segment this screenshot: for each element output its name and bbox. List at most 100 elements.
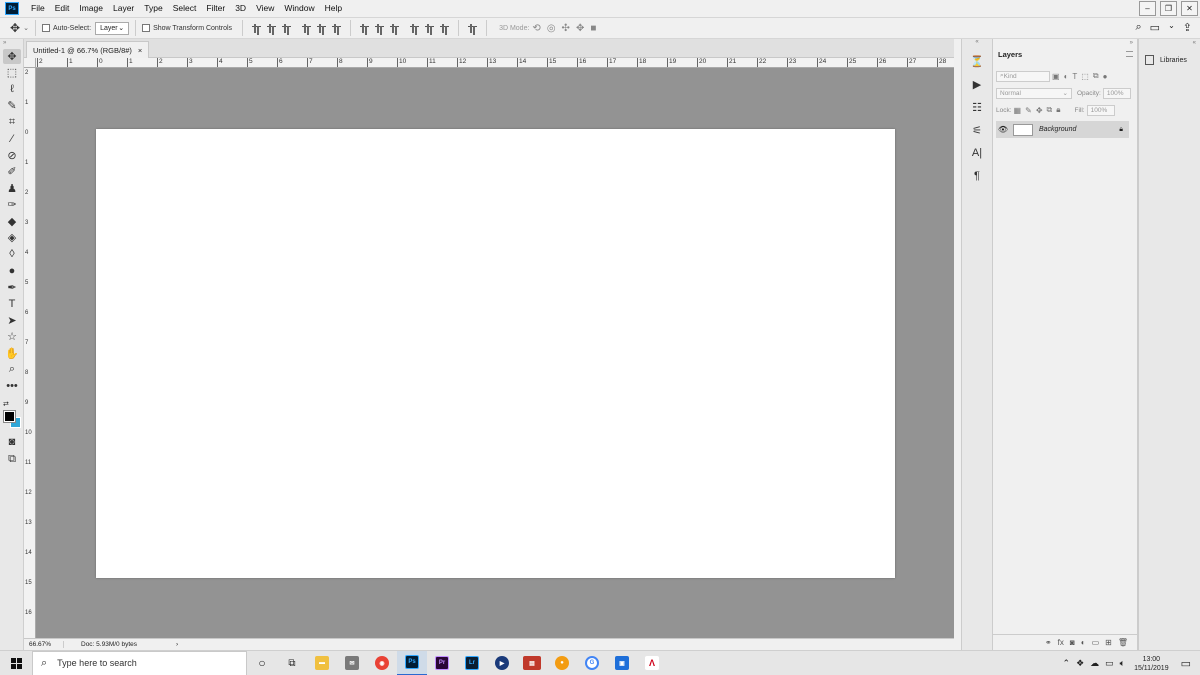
collapse-dock-icon[interactable]: « — [962, 39, 992, 47]
brush-settings-panel-icon[interactable]: ☷ — [967, 98, 987, 116]
distribute-right-edges-icon[interactable] — [440, 23, 450, 33]
lock-position-icon[interactable]: ✥ — [1036, 106, 1043, 115]
align-top-edges-icon[interactable] — [252, 23, 262, 33]
filter-shape-icon[interactable]: ⬚ — [1081, 72, 1089, 81]
zoom-tool-icon[interactable]: ⌕ — [3, 362, 21, 377]
restore-button[interactable]: ❐ — [1160, 1, 1177, 16]
libraries-button[interactable]: Libraries — [1145, 55, 1187, 65]
photoshop-taskbar-icon[interactable]: Ps — [397, 650, 427, 675]
share-icon[interactable]: ⇪ — [1183, 21, 1192, 34]
chrome-icon[interactable]: ◉ — [367, 651, 397, 675]
store-icon[interactable]: ▣ — [607, 651, 637, 675]
news-app-icon[interactable]: ▤ — [517, 651, 547, 675]
filter-smart-object-icon[interactable]: ⧉ — [1093, 71, 1099, 81]
healing-brush-tool-icon[interactable]: ⊘ — [3, 148, 21, 163]
blur-tool-icon[interactable]: ◊ — [3, 247, 21, 262]
align-horizontal-centers-icon[interactable] — [317, 23, 327, 33]
menu-window[interactable]: Window — [279, 0, 319, 17]
layer-name[interactable]: Background — [1039, 126, 1119, 133]
move-tool-icon[interactable]: ✥ — [10, 21, 20, 35]
auto-select-dropdown[interactable]: Layer ⌄ — [95, 21, 130, 35]
link-layers-icon[interactable]: ⚭ — [1045, 638, 1052, 647]
align-bottom-edges-icon[interactable] — [282, 23, 292, 33]
lasso-tool-icon[interactable]: ℓ — [3, 82, 21, 97]
lightroom-taskbar-icon[interactable]: Lr — [457, 651, 487, 675]
ruler-origin[interactable] — [24, 58, 36, 68]
checkbox-icon[interactable] — [142, 24, 151, 32]
auto-select-checkbox[interactable]: Auto-Select: — [41, 24, 91, 32]
distribute-top-edges-icon[interactable] — [360, 23, 370, 33]
new-adjustment-layer-icon[interactable]: ◐ — [1081, 638, 1086, 647]
collapse-libraries-icon[interactable]: « — [1193, 40, 1196, 46]
menu-select[interactable]: Select — [168, 0, 202, 17]
dodge-tool-icon[interactable]: ● — [3, 263, 21, 278]
vertical-ruler[interactable]: 2 1 0 1 2 3 4 5 6 7 8 9 10 11 12 13 14 15 16 — [24, 68, 36, 638]
scale-3d-icon[interactable]: ■ — [590, 23, 596, 34]
swap-colors-icon[interactable]: ⇄ — [0, 400, 23, 410]
distribute-left-edges-icon[interactable] — [410, 23, 420, 33]
layer-lock-icon[interactable]: 🔒︎ — [1119, 126, 1123, 134]
layers-tab[interactable]: Layers — [993, 45, 1028, 63]
layer-style-icon[interactable]: fx — [1058, 638, 1064, 647]
hand-tool-icon[interactable]: ✋ — [3, 346, 21, 361]
search-icon[interactable]: ⌕ — [1136, 21, 1142, 34]
type-tool-icon[interactable]: T — [3, 296, 21, 311]
zoom-level-field[interactable]: 66.67% — [24, 641, 64, 648]
path-selection-tool-icon[interactable]: ➤ — [3, 313, 21, 328]
menu-layer[interactable]: Layer — [108, 0, 139, 17]
workspace-chevron-icon[interactable]: ⌄ — [1168, 21, 1175, 34]
opacity-field[interactable]: 100% — [1102, 87, 1131, 99]
eraser-tool-icon[interactable]: ◆ — [3, 214, 21, 229]
dropbox-icon[interactable]: ❖ — [1076, 658, 1084, 669]
pen-tool-icon[interactable]: ✒ — [3, 280, 21, 295]
lock-image-pixels-icon[interactable]: ✎ — [1025, 106, 1032, 115]
clock[interactable]: 13:00 15/11/2019 — [1134, 655, 1169, 673]
auto-align-layers-icon[interactable] — [468, 23, 478, 33]
menu-type[interactable]: Type — [139, 0, 167, 17]
onedrive-icon[interactable]: ☁ — [1090, 658, 1099, 669]
more-tools-icon[interactable]: ••• — [3, 379, 21, 394]
expand-toolbar-icon[interactable]: » — [0, 39, 23, 47]
screen-mode-icon[interactable]: ⧉ — [3, 452, 21, 467]
close-document-icon[interactable]: × — [138, 46, 142, 55]
task-view-icon[interactable]: ⧉ — [277, 651, 307, 675]
align-left-edges-icon[interactable] — [302, 23, 312, 33]
visibility-eye-icon[interactable]: 👁︎ — [996, 125, 1010, 134]
panel-menu-icon[interactable] — [1126, 51, 1133, 57]
start-button[interactable] — [0, 651, 32, 675]
menu-3d[interactable]: 3D — [230, 0, 251, 17]
history-panel-icon[interactable]: ⏳ — [967, 52, 987, 70]
checkbox-icon[interactable] — [41, 24, 50, 32]
orbit-3d-icon[interactable]: ⟲ — [532, 23, 540, 34]
orange-app-icon[interactable]: ● — [547, 651, 577, 675]
layer-filter-kind[interactable]: ⌕ Kind — [996, 70, 1050, 82]
workspace-icon[interactable]: ▭ — [1150, 21, 1160, 34]
pasteboard[interactable] — [36, 68, 954, 638]
lock-all-icon[interactable]: 🔒︎ — [1056, 105, 1060, 115]
brush-tool-icon[interactable]: ✐ — [3, 164, 21, 179]
tool-preset-chevron-icon[interactable]: ⌄ — [23, 24, 29, 32]
close-window-button[interactable]: ✕ — [1181, 1, 1198, 16]
distribute-horizontal-centers-icon[interactable] — [425, 23, 435, 33]
actions-panel-icon[interactable]: ▶ — [967, 75, 987, 93]
slide-3d-icon[interactable]: ✥ — [576, 23, 584, 34]
mail-icon[interactable]: ✉ — [337, 651, 367, 675]
filter-type-icon[interactable]: T — [1072, 72, 1077, 81]
filter-toggle-icon[interactable]: ● — [1103, 72, 1108, 81]
lock-transparent-pixels-icon[interactable]: ▦ — [1014, 106, 1022, 115]
premiere-taskbar-icon[interactable]: Pr — [427, 651, 457, 675]
roll-3d-icon[interactable]: ◎ — [547, 23, 556, 34]
distribute-bottom-edges-icon[interactable] — [390, 23, 400, 33]
new-group-icon[interactable]: ▭ — [1092, 638, 1100, 647]
quick-selection-tool-icon[interactable]: ✎ — [3, 98, 21, 113]
delete-layer-icon[interactable]: 🗑︎ — [1118, 638, 1128, 647]
history-brush-tool-icon[interactable]: ✑ — [3, 197, 21, 212]
taskbar-search-box[interactable]: ⌕ Type here to search — [32, 650, 247, 675]
filter-pixel-icon[interactable]: ▣ — [1052, 72, 1060, 81]
volume-icon[interactable]: 🔈︎ — [1120, 658, 1125, 669]
adobe-acrobat-icon[interactable]: Λ — [637, 651, 667, 675]
file-explorer-icon[interactable]: ▬ — [307, 651, 337, 675]
menu-file[interactable]: File — [26, 0, 50, 17]
paint-bucket-tool-icon[interactable]: ◈ — [3, 230, 21, 245]
adjustments-panel-icon[interactable]: ⚟ — [967, 121, 987, 139]
